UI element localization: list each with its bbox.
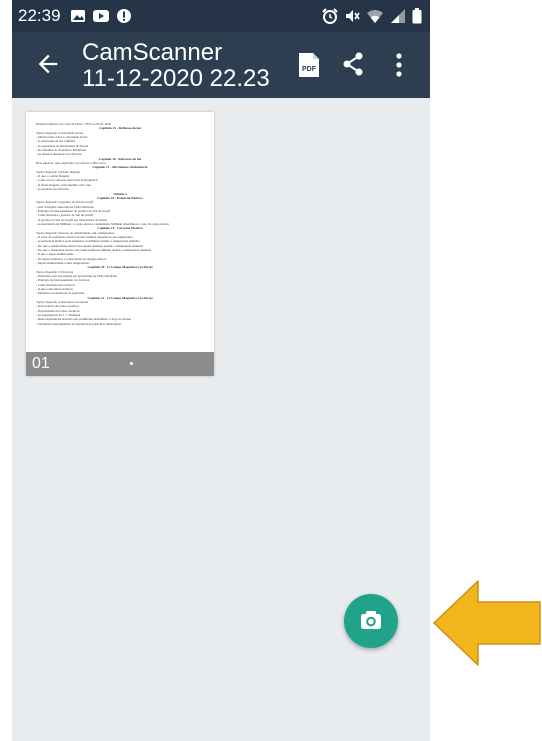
pdf-icon[interactable]: PDF (298, 52, 320, 78)
youtube-icon (93, 10, 109, 22)
page-thumbnail[interactable]: Desenvolvimento do Cofre de Fisica - FIS… (26, 112, 214, 376)
arrow-left-icon (433, 580, 541, 666)
app-title: CamScanner (82, 39, 223, 66)
image-icon (71, 10, 85, 22)
page-text-line: - Evidencias experimentais da existencia… (36, 321, 122, 326)
signal-icon (391, 9, 405, 23)
status-time: 22:39 (18, 6, 61, 25)
phone-screen: 22:39 CamScanner 11-12-2020 22.23 PDF De… (12, 0, 430, 741)
share-icon[interactable] (342, 52, 364, 76)
camera-button[interactable] (344, 594, 398, 648)
document-title: 11-12-2020 22.23 (82, 65, 270, 92)
wifi-icon (367, 10, 383, 23)
status-system-icons (322, 8, 422, 24)
page-preview-text: Desenvolvimento do Cofre de Fisica - FIS… (36, 122, 204, 348)
camera-icon (361, 611, 381, 629)
alarm-icon (322, 8, 338, 24)
mute-icon (346, 10, 360, 22)
page-thumbnail-footer: 01 (26, 352, 214, 376)
pdf-label: PDF (302, 66, 317, 73)
document-title-block[interactable]: CamScanner 11-12-2020 22.23 (82, 40, 270, 92)
more-vert-icon[interactable] (394, 52, 404, 78)
status-bar: 22:39 (12, 0, 430, 32)
app-bar: CamScanner 11-12-2020 22.23 PDF (12, 32, 430, 98)
page-indicator-dot (130, 362, 133, 365)
status-notification-icons (70, 8, 132, 24)
alert-icon (117, 9, 131, 23)
battery-icon (412, 8, 422, 24)
back-arrow-icon[interactable] (34, 50, 62, 78)
page-number: 01 (32, 355, 50, 372)
